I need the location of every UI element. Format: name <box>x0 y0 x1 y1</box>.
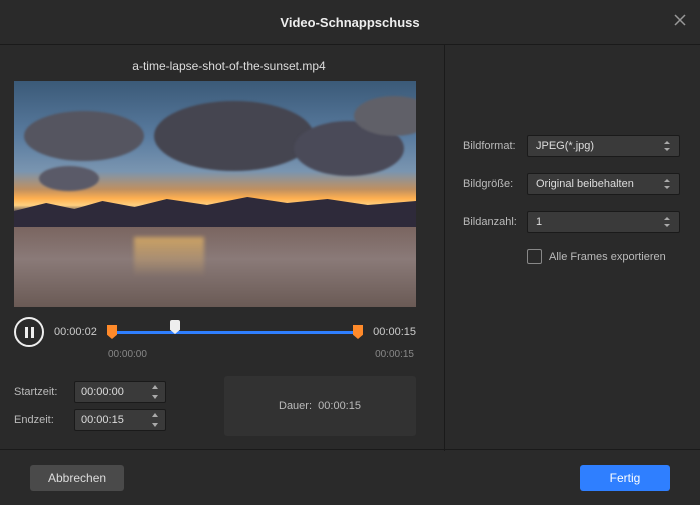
timeline-slider[interactable] <box>112 322 358 342</box>
cancel-button[interactable]: Abbrechen <box>30 465 124 491</box>
tick-end: 00:00:15 <box>375 349 414 360</box>
format-value: JPEG(*.jpg) <box>536 140 594 152</box>
stepper-arrows-icon <box>663 217 671 227</box>
duration-label: Dauer: <box>279 400 312 412</box>
chevron-updown-icon <box>663 141 671 151</box>
format-select[interactable]: JPEG(*.jpg) <box>527 135 680 157</box>
play-pause-button[interactable] <box>14 317 44 347</box>
tick-start: 00:00:00 <box>108 349 147 360</box>
size-label: Bildgröße: <box>463 178 527 190</box>
snapshot-dialog: Video-Schnappschuss a-time-lapse-shot-of… <box>0 0 700 505</box>
close-button[interactable] <box>672 12 688 28</box>
left-panel: a-time-lapse-shot-of-the-sunset.mp4 00:0… <box>0 45 445 451</box>
duration-time: 00:00:15 <box>368 326 416 338</box>
format-label: Bildformat: <box>463 140 527 152</box>
dialog-footer: Abbrechen Fertig <box>0 449 700 505</box>
end-time-value: 00:00:15 <box>81 414 124 426</box>
range-handle-start[interactable] <box>107 325 117 339</box>
ok-button[interactable]: Fertig <box>580 465 670 491</box>
size-select[interactable]: Original beibehalten <box>527 173 680 195</box>
pause-icon <box>25 327 34 338</box>
size-value: Original beibehalten <box>536 178 634 190</box>
end-time-label: Endzeit: <box>14 414 74 426</box>
right-panel: Bildformat: JPEG(*.jpg) Bildgröße: Origi… <box>445 45 700 451</box>
end-time-stepper[interactable]: 00:00:15 <box>74 409 166 431</box>
dialog-title: Video-Schnappschuss <box>280 15 419 30</box>
chevron-updown-icon <box>663 179 671 189</box>
count-stepper[interactable]: 1 <box>527 211 680 233</box>
filename-label: a-time-lapse-shot-of-the-sunset.mp4 <box>14 59 444 73</box>
title-bar: Video-Schnappschuss <box>0 0 700 45</box>
stepper-arrows-icon <box>151 385 159 399</box>
count-label: Bildanzahl: <box>463 216 527 228</box>
start-time-label: Startzeit: <box>14 386 74 398</box>
duration-value: 00:00:15 <box>318 400 361 412</box>
stepper-arrows-icon <box>151 413 159 427</box>
start-time-value: 00:00:00 <box>81 386 124 398</box>
export-all-checkbox[interactable] <box>527 249 542 264</box>
close-icon <box>672 12 688 28</box>
video-preview[interactable] <box>14 81 416 307</box>
duration-box: Dauer: 00:00:15 <box>224 376 416 436</box>
count-value: 1 <box>536 216 542 228</box>
export-all-label: Alle Frames exportieren <box>549 251 666 263</box>
start-time-stepper[interactable]: 00:00:00 <box>74 381 166 403</box>
range-handle-end[interactable] <box>353 325 363 339</box>
current-time: 00:00:02 <box>54 326 102 338</box>
